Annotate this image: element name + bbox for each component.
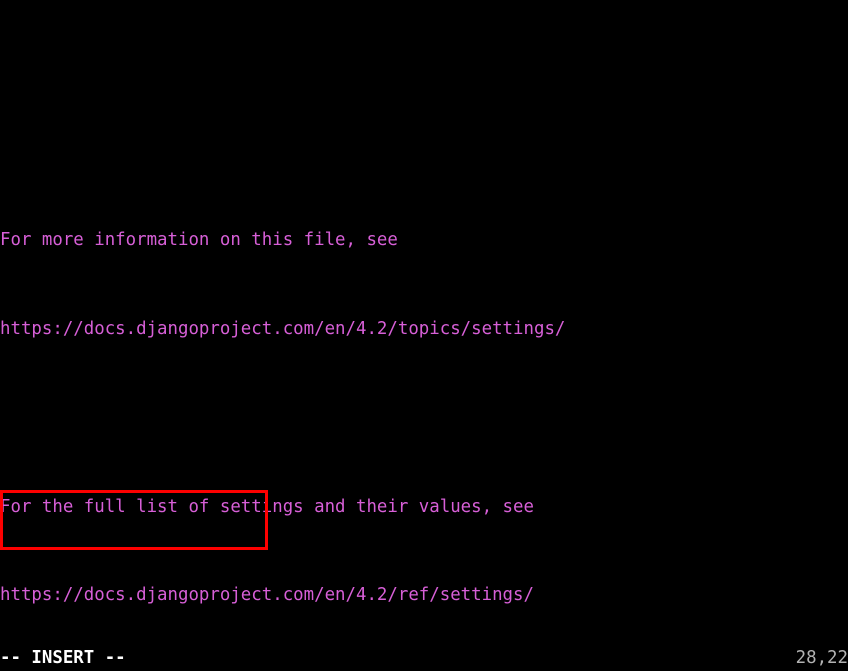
code-line-docstring-url-ref: https://docs.djangoproject.com/en/4.2/re… [0, 584, 848, 606]
code-line-docstring-fulllist: For the full list of settings and their … [0, 496, 848, 518]
docstring-url: https://docs.djangoproject.com/en/4.2/re… [0, 585, 534, 606]
docstring-text: For the full list of settings and their … [0, 496, 534, 517]
code-line-docstring-url-topics: https://docs.djangoproject.com/en/4.2/to… [0, 318, 848, 340]
cursor-position-ruler: 28,22 [795, 648, 848, 668]
editor-text-buffer[interactable]: For more information on this file, see h… [0, 0, 848, 671]
code-line-docstring-info: For more information on this file, see [0, 229, 848, 251]
code-line-clipped [0, 52, 848, 74]
docstring-text [0, 53, 272, 73]
vim-mode-indicator: -- INSERT -- [0, 648, 126, 668]
docstring-text: For more information on this file, see [0, 230, 398, 251]
terminal-window[interactable]: For more information on this file, see h… [0, 0, 848, 671]
docstring-url: https://docs.djangoproject.com/en/4.2/to… [0, 319, 566, 339]
status-line: -- INSERT -- 28,22 [0, 645, 848, 671]
